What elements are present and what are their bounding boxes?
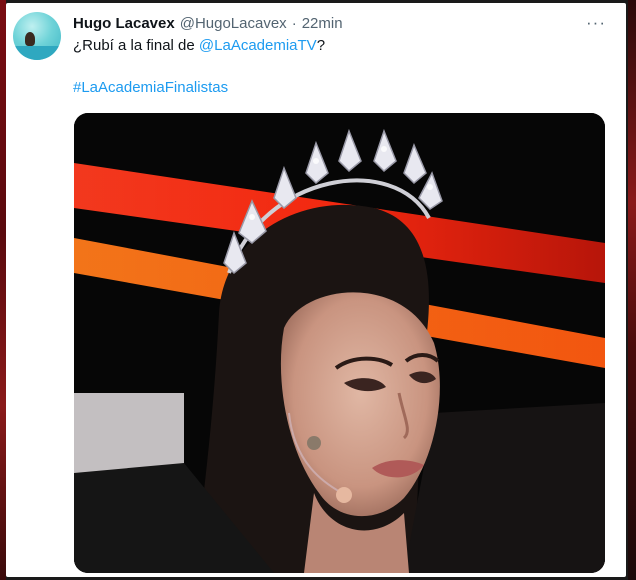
separator: · [291, 14, 297, 32]
tweet-text-after: ? [316, 37, 326, 54]
hashtag-link[interactable]: #LaAcademiaFinalistas [73, 79, 228, 96]
avatar[interactable] [13, 12, 61, 60]
display-name[interactable]: Hugo Lacavex [73, 15, 175, 32]
tweet-text-before: ¿Rubí a la final de [73, 37, 199, 54]
tweet-card[interactable]: Hugo Lacavex @HugoLacavex · 22min ··· ¿R… [6, 3, 626, 577]
tweet-text: ¿Rubí a la final de @LaAcademiaTV? [73, 36, 325, 56]
background-edge-right [628, 0, 636, 580]
timestamp[interactable]: 22min [302, 15, 343, 32]
handle[interactable]: @HugoLacavex [180, 15, 287, 32]
tweet-media-image[interactable] [74, 113, 605, 573]
tweet-header: Hugo Lacavex @HugoLacavex · 22min [73, 12, 343, 34]
media-photo [74, 113, 605, 573]
mention-link[interactable]: @LaAcademiaTV [199, 37, 317, 54]
more-options-icon[interactable]: ··· [586, 13, 606, 33]
